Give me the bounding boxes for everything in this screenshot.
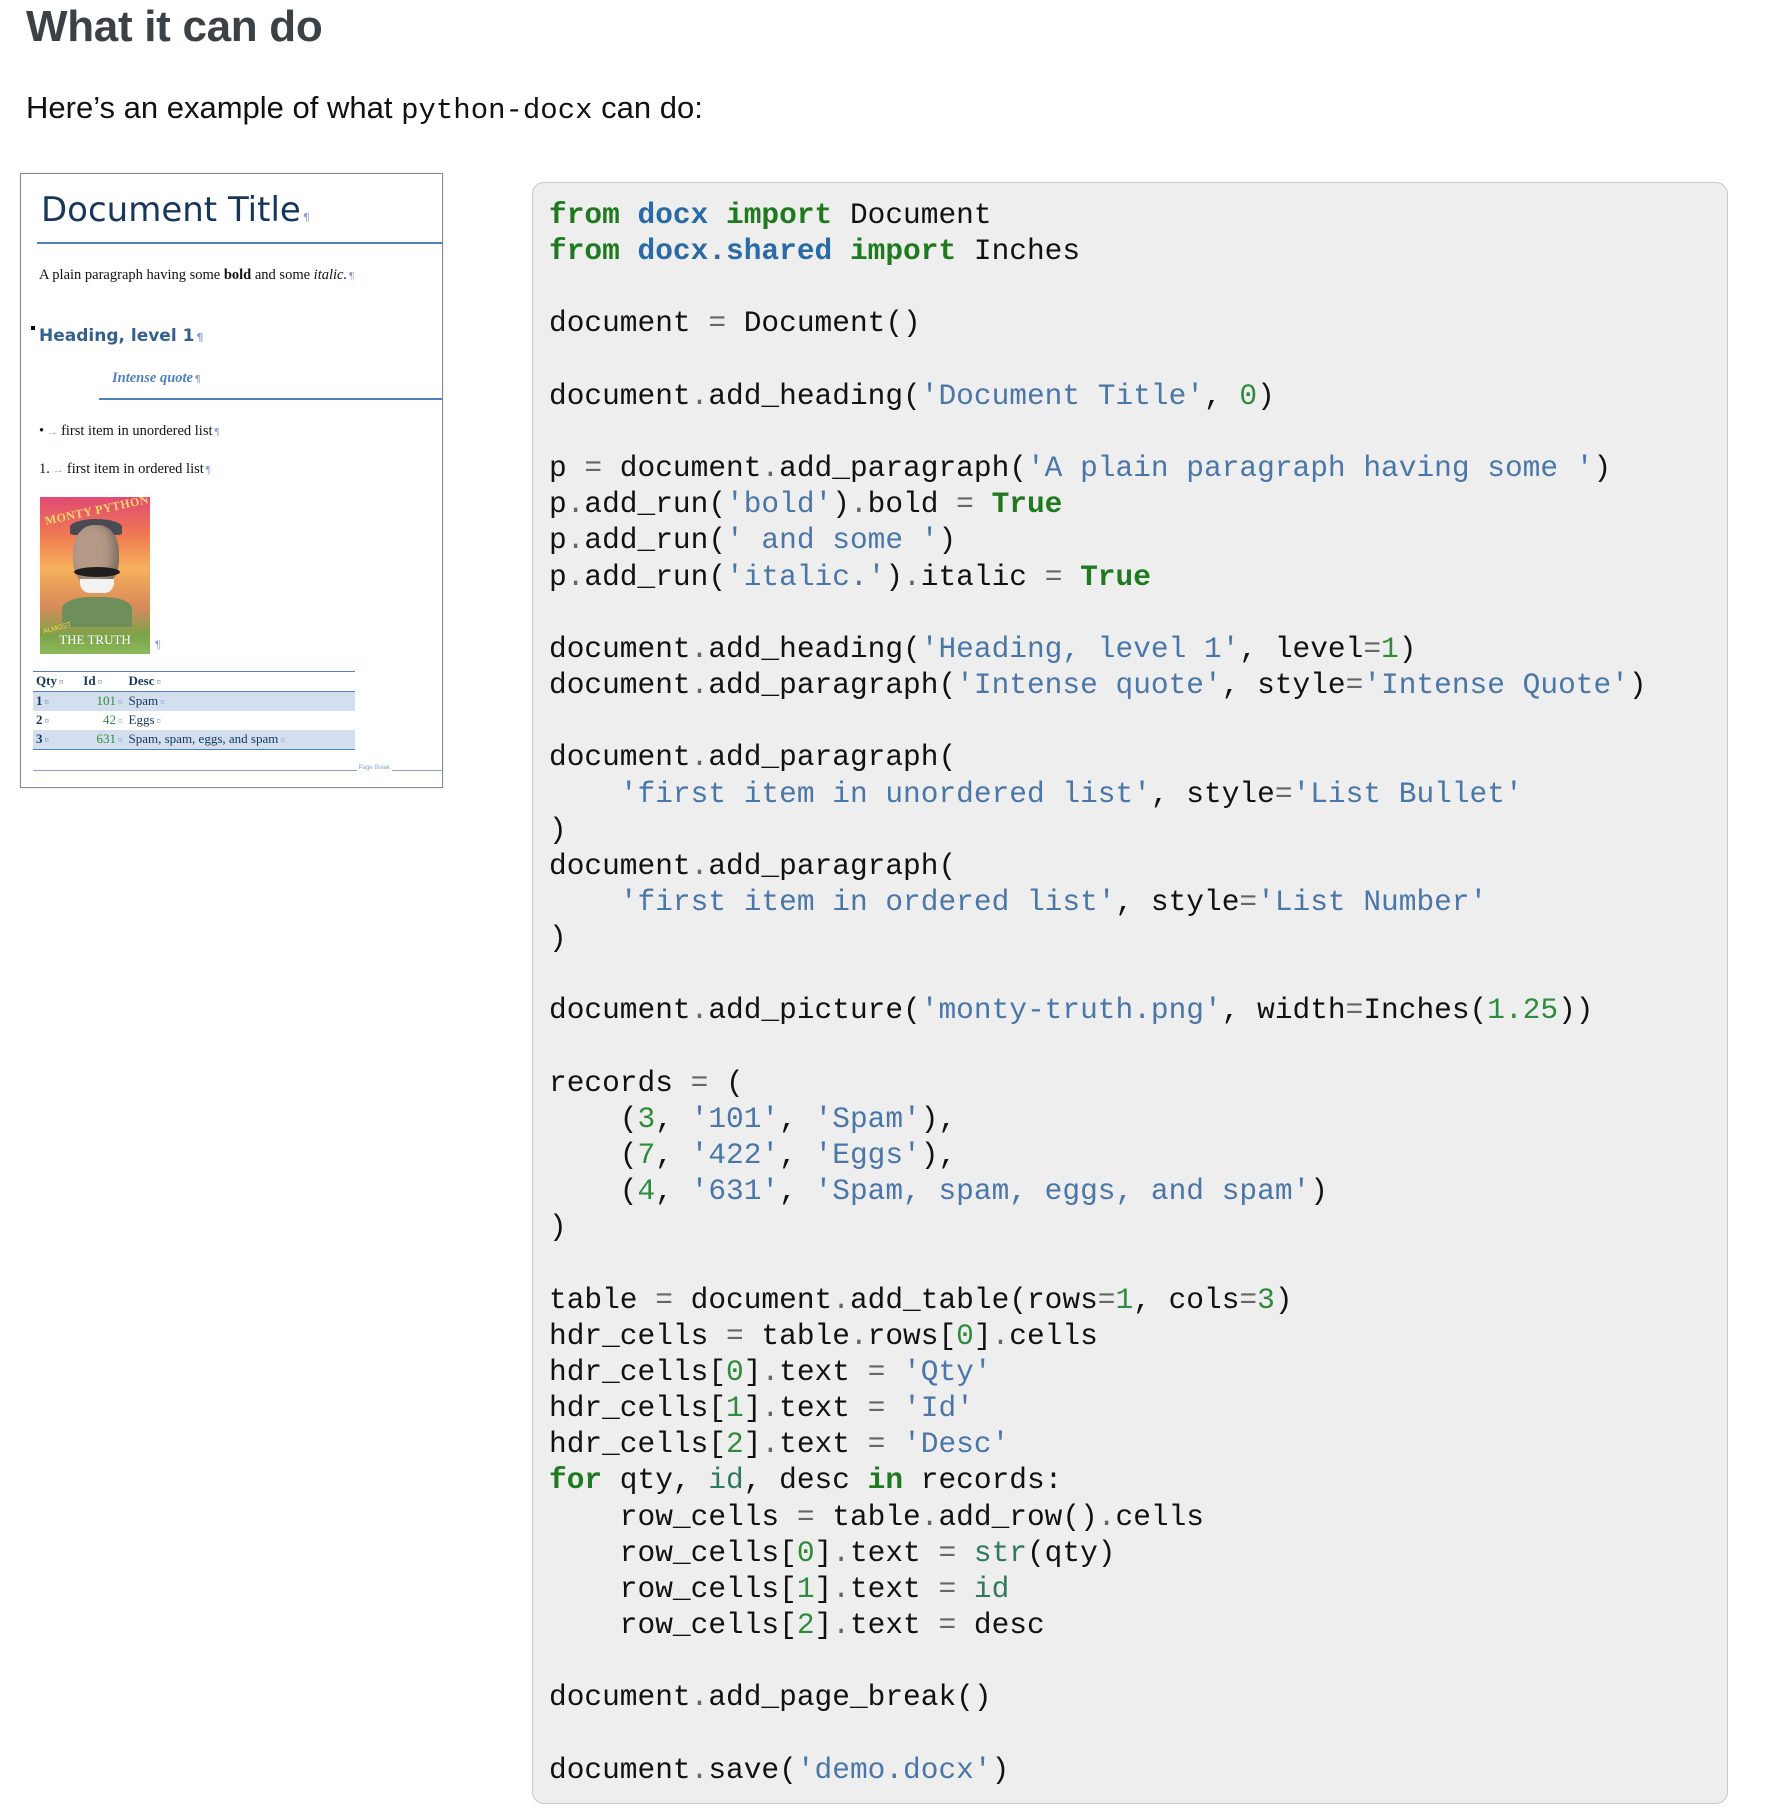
document-preview-image: Document Title ¶ A plain paragraph having… — [20, 173, 443, 788]
preview-keep-marker — [31, 326, 35, 330]
preview-heading-1: Heading, level 1 ¶ — [39, 326, 204, 346]
intro-prefix: Here’s an example of what — [26, 90, 402, 125]
poster-mustache — [74, 567, 120, 577]
intro-package-name: python-docx — [401, 94, 593, 127]
table-cell: 42 ¤ — [103, 712, 123, 727]
preview-quote-rule — [99, 398, 442, 400]
preview-numbered-item: 1. → first item in ordered list ¶ — [39, 461, 211, 477]
preview-table: Qty ¤ Id ¤ Desc ¤ 1 ¤ 101 ¤ Spam ¤ 2 ¤ 42 ¤ Eggs… — [33, 671, 355, 750]
table-cell: Spam, spam, eggs, and spam ¤ — [128, 731, 285, 746]
preview-bullet-item: • → first item in unordered list ¶ — [39, 423, 220, 439]
preview-poster-picture: MONTY PYTHON ALMOST THE TRUTH — [40, 497, 150, 654]
preview-th-qty: Qty ¤ — [36, 673, 64, 688]
table-row: 1 ¤ 101 ¤ Spam ¤ — [33, 691, 355, 711]
table-cell: 101 ¤ — [96, 693, 123, 708]
table-cell: Spam ¤ — [128, 693, 165, 708]
preview-intense-quote: Intense quote ¶ — [112, 370, 201, 386]
intro-text: Here’s an example of what python-docx ca… — [26, 90, 703, 127]
preview-table-header: Qty ¤ Id ¤ Desc ¤ — [33, 671, 355, 692]
code-listing[interactable]: from docx import Document from docx.shar… — [549, 197, 1647, 1788]
table-cell: Eggs ¤ — [128, 712, 162, 727]
table-cell: 631 ¤ — [96, 731, 123, 746]
intro-suffix: can do: — [592, 90, 703, 125]
pilcrow-icon: ¶ — [155, 639, 161, 651]
preview-paragraph: A plain paragraph having some bold and s… — [39, 267, 355, 283]
preview-th-id: Id ¤ — [83, 673, 103, 688]
table-row: 3 ¤ 631 ¤ Spam, spam, eggs, and spam ¤ — [33, 730, 355, 750]
poster-body — [62, 597, 132, 627]
table-cell: 3 ¤ — [36, 731, 49, 746]
preview-doc-title: Document Title ¶ — [41, 190, 310, 230]
table-row: 2 ¤ 42 ¤ Eggs ¤ — [33, 711, 355, 730]
poster-subtitle-text: THE TRUTH — [59, 632, 131, 647]
section-heading: What it can do — [26, 2, 323, 51]
code-block[interactable]: from docx import Document from docx.shar… — [532, 182, 1728, 1804]
preview-page-break-label: Page Break — [356, 765, 392, 771]
preview-title-rule — [37, 242, 442, 244]
table-cell: 1 ¤ — [36, 693, 49, 708]
preview-th-desc: Desc ¤ — [128, 673, 162, 688]
poster-teeth — [80, 579, 114, 593]
table-cell: 2 ¤ — [36, 712, 49, 727]
